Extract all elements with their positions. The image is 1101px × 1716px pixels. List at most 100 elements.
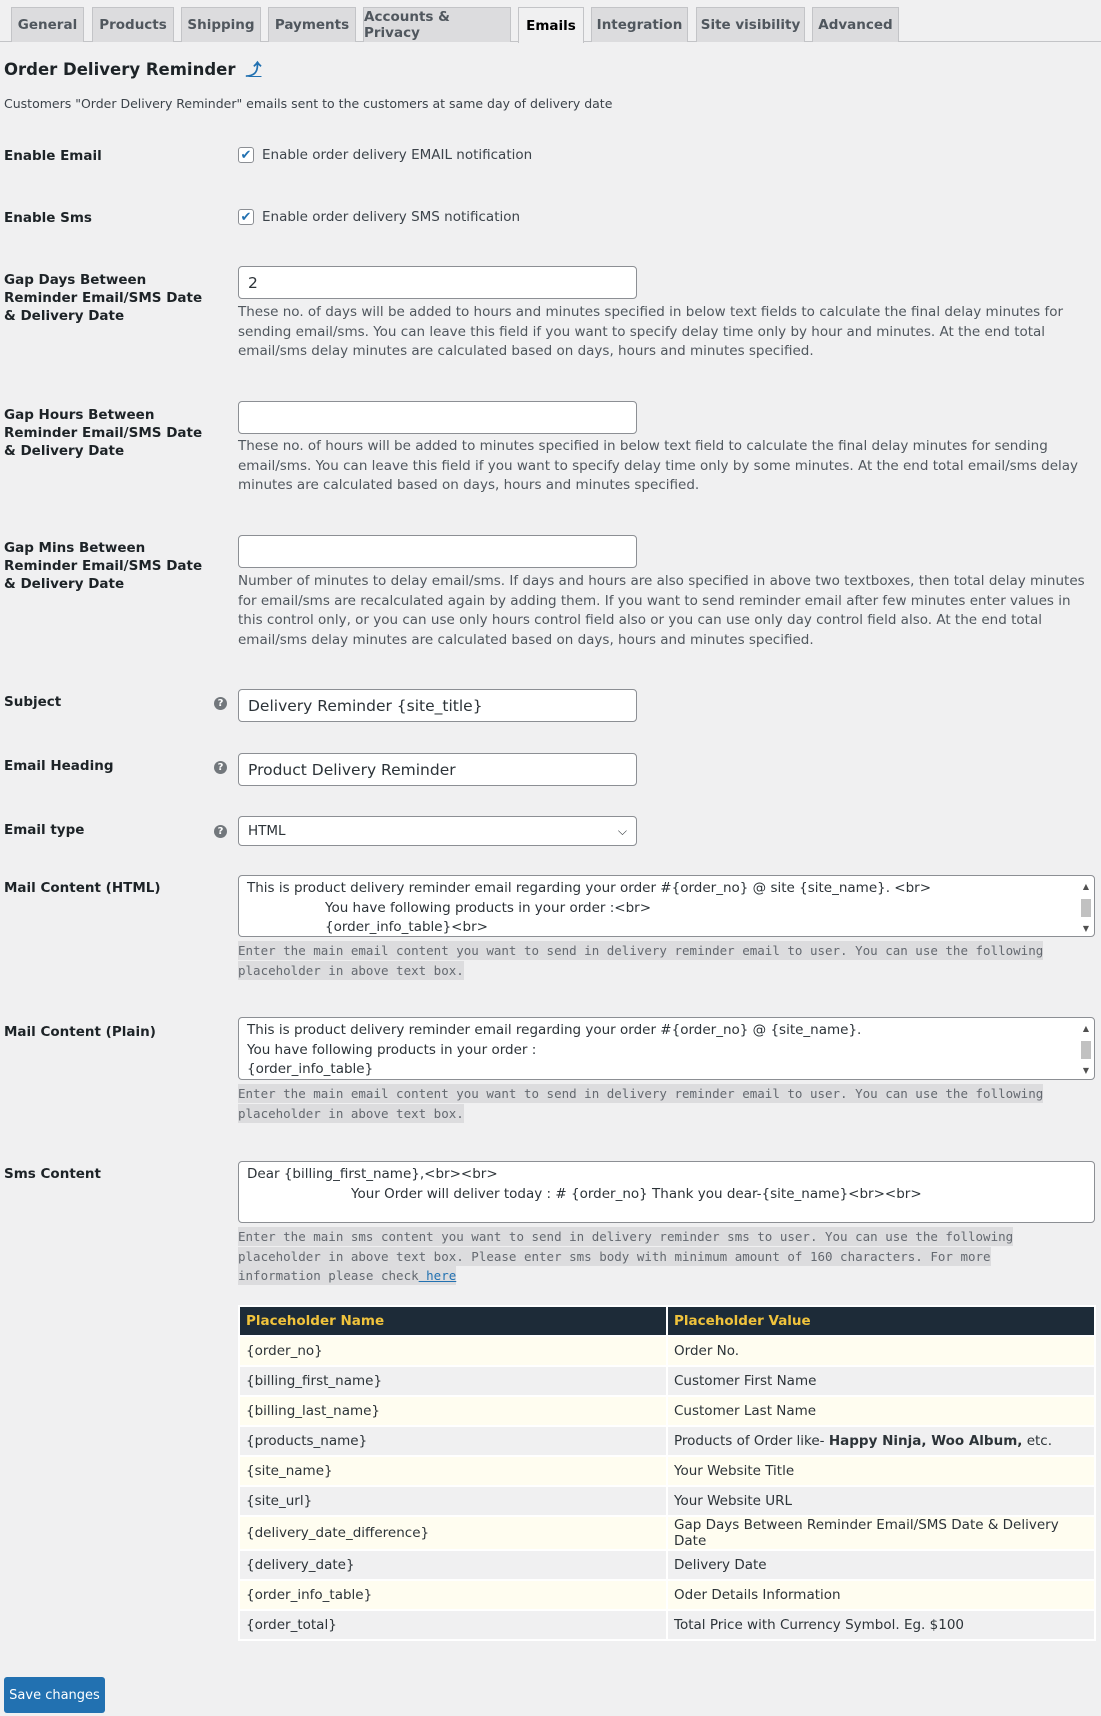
gap-mins-description: Number of minutes to delay email/sms. If… xyxy=(238,573,1085,649)
placeholder-name: {order_no} xyxy=(240,1337,666,1365)
settings-tabs: General Products Shipping Payments Accou… xyxy=(0,7,1101,43)
column-header: Placeholder Name xyxy=(240,1307,666,1335)
text-line: Your Order will deliver today : # {order… xyxy=(351,1185,922,1202)
table-row: {order_info_table} Oder Details Informati… xyxy=(240,1581,1094,1609)
title-text: Order Delivery Reminder xyxy=(4,60,236,79)
gap-days-description: These no. of days will be added to hours… xyxy=(238,304,1064,360)
enable-sms-checkbox[interactable]: ✔ Enable order delivery SMS notification xyxy=(238,209,520,225)
tab-shipping[interactable]: Shipping xyxy=(181,7,261,42)
column-header: Placeholder Value xyxy=(668,1307,1094,1335)
table-row: {site_name} Your Website Title xyxy=(240,1457,1094,1485)
placeholder-name: {site_url} xyxy=(240,1487,666,1515)
checkmark-icon[interactable]: ✔ xyxy=(238,147,254,163)
mail-plain-label: Mail Content (Plain) xyxy=(4,1024,156,1040)
help-icon[interactable]: ? xyxy=(214,825,227,838)
email-heading-label: Email Heading xyxy=(4,758,114,774)
enable-email-checkbox[interactable]: ✔ Enable order delivery EMAIL notificatio… xyxy=(238,147,532,163)
scrollbar[interactable]: ▲ ▼ xyxy=(1079,877,1093,933)
placeholder-value: Oder Details Information xyxy=(668,1581,1094,1609)
placeholder-name: {billing_first_name} xyxy=(240,1367,666,1395)
page-title: Order Delivery Reminder ⤴ xyxy=(4,56,261,80)
hint-line: information please check xyxy=(238,1266,419,1286)
section-description: Customers "Order Delivery Reminder" emai… xyxy=(4,96,613,111)
checkmark-icon[interactable]: ✔ xyxy=(238,209,254,225)
checkbox-label: Enable order delivery SMS notification xyxy=(262,209,521,225)
sms-content-label: Sms Content xyxy=(4,1166,101,1182)
text-line: {order_info_table} xyxy=(247,1061,374,1078)
mail-html-textarea[interactable]: This is product delivery reminder email … xyxy=(238,875,1095,937)
placeholder-value: Total Price with Currency Symbol. Eg. $1… xyxy=(668,1611,1094,1639)
value-part: Products of Order like- xyxy=(674,1433,829,1449)
placeholder-name: {delivery_date_difference} xyxy=(240,1517,666,1549)
selected-value: HTML xyxy=(248,823,286,839)
scrollbar[interactable]: ▲ ▼ xyxy=(1079,1019,1093,1075)
email-type-select[interactable]: HTML ⌵ xyxy=(238,816,637,846)
sms-content-textarea[interactable]: Dear {billing_first_name},<br><br> Your … xyxy=(238,1161,1095,1223)
mail-html-label: Mail Content (HTML) xyxy=(4,880,161,896)
gap-days-label: Gap Days Between Reminder Email/SMS Date… xyxy=(4,272,203,324)
save-changes-button[interactable]: Save changes xyxy=(4,1677,105,1713)
placeholder-value: Your Website Title xyxy=(668,1457,1094,1485)
text-line: Dear {billing_first_name},<br><br> xyxy=(247,1166,498,1182)
text-line: This is product delivery reminder email … xyxy=(247,1022,862,1038)
value-part: Happy Ninja, Woo Album, xyxy=(828,1433,1023,1449)
placeholder-value: Customer First Name xyxy=(668,1367,1094,1395)
table-row: {delivery_date} Delivery Date xyxy=(240,1551,1094,1579)
text-line: {order_info_table}<br> xyxy=(325,919,488,936)
table-row: {billing_first_name} Customer First Name xyxy=(240,1367,1094,1395)
tab-advanced[interactable]: Advanced xyxy=(812,7,899,42)
chevron-down-icon: ⌵ xyxy=(617,823,627,838)
here-link[interactable]: here xyxy=(419,1268,456,1283)
value-part: etc. xyxy=(1022,1433,1053,1449)
gap-days-input[interactable]: 2 xyxy=(238,266,637,299)
table-row: {products_name} Products of Order like- H… xyxy=(240,1427,1094,1455)
hint-line: placeholder in above text box. Please en… xyxy=(238,1246,991,1266)
subject-label: Subject xyxy=(4,694,62,710)
help-icon[interactable]: ? xyxy=(214,761,227,774)
text-line: You have following products in your orde… xyxy=(247,1041,537,1058)
checkbox-label: Enable order delivery EMAIL notification xyxy=(262,147,533,163)
placeholder-name: {order_total} xyxy=(240,1611,666,1639)
tab-general[interactable]: General xyxy=(11,7,84,42)
enable-sms-label: Enable Sms xyxy=(4,210,92,226)
table-row: {site_url} Your Website URL xyxy=(240,1487,1094,1515)
placeholder-value: Customer Last Name xyxy=(668,1397,1094,1425)
tab-accounts-privacy[interactable]: Accounts & Privacy xyxy=(363,7,511,42)
placeholder-value: Delivery Date xyxy=(668,1551,1094,1579)
help-icon[interactable]: ? xyxy=(214,697,227,710)
placeholder-name: {delivery_date} xyxy=(240,1551,666,1579)
hint-line: Enter the main email content you want to… xyxy=(238,941,1044,960)
gap-hours-description: These no. of hours will be added to minu… xyxy=(238,438,1079,494)
text-line: You have following products in your orde… xyxy=(325,899,652,916)
placeholder-name: {order_info_table} xyxy=(240,1581,666,1609)
gap-mins-label: Gap Mins Between Reminder Email/SMS Date… xyxy=(4,540,203,592)
gap-mins-input[interactable] xyxy=(238,535,637,568)
up-arrow-icon[interactable]: ⤴ xyxy=(245,60,261,79)
table-row: {delivery_date_difference} Gap Days Betwe… xyxy=(240,1517,1094,1549)
tab-payments[interactable]: Payments xyxy=(268,7,356,42)
hint-line: Enter the main email content you want to… xyxy=(238,1084,1044,1103)
placeholder-name: {site_name} xyxy=(240,1457,666,1485)
placeholder-value: Your Website URL xyxy=(668,1487,1094,1515)
subject-input[interactable]: Delivery Reminder {site_title} xyxy=(238,689,637,722)
gap-hours-input[interactable] xyxy=(238,401,637,434)
hint-line: Enter the main sms content you want to s… xyxy=(238,1227,1014,1246)
sms-hint: Enter the main sms content you want to s… xyxy=(238,1227,1098,1286)
hint-line: placeholder in above text box. xyxy=(238,1103,464,1123)
placeholder-value: Products of Order like- Happy Ninja, Woo… xyxy=(668,1427,1094,1455)
tab-emails[interactable]: Emails xyxy=(518,7,584,43)
email-heading-input[interactable]: Product Delivery Reminder xyxy=(238,753,637,786)
tab-integration[interactable]: Integration xyxy=(591,7,688,42)
enable-email-label: Enable Email xyxy=(4,148,102,164)
placeholder-table: Placeholder Name Placeholder Value {order… xyxy=(238,1305,1096,1641)
text-line: This is product delivery reminder email … xyxy=(247,880,932,896)
table-row: {order_total} Total Price with Currency S… xyxy=(240,1611,1094,1639)
tab-products[interactable]: Products xyxy=(92,7,174,42)
mail-html-hint: Enter the main email content you want to… xyxy=(238,941,1098,980)
placeholder-value: Gap Days Between Reminder Email/SMS Date… xyxy=(668,1517,1094,1549)
gap-hours-label: Gap Hours Between Reminder Email/SMS Dat… xyxy=(4,407,203,459)
hint-line: placeholder in above text box. xyxy=(238,960,464,980)
placeholder-name: {billing_last_name} xyxy=(240,1397,666,1425)
tab-site-visibility[interactable]: Site visibility xyxy=(696,7,805,42)
mail-plain-textarea[interactable]: This is product delivery reminder email … xyxy=(238,1017,1095,1080)
